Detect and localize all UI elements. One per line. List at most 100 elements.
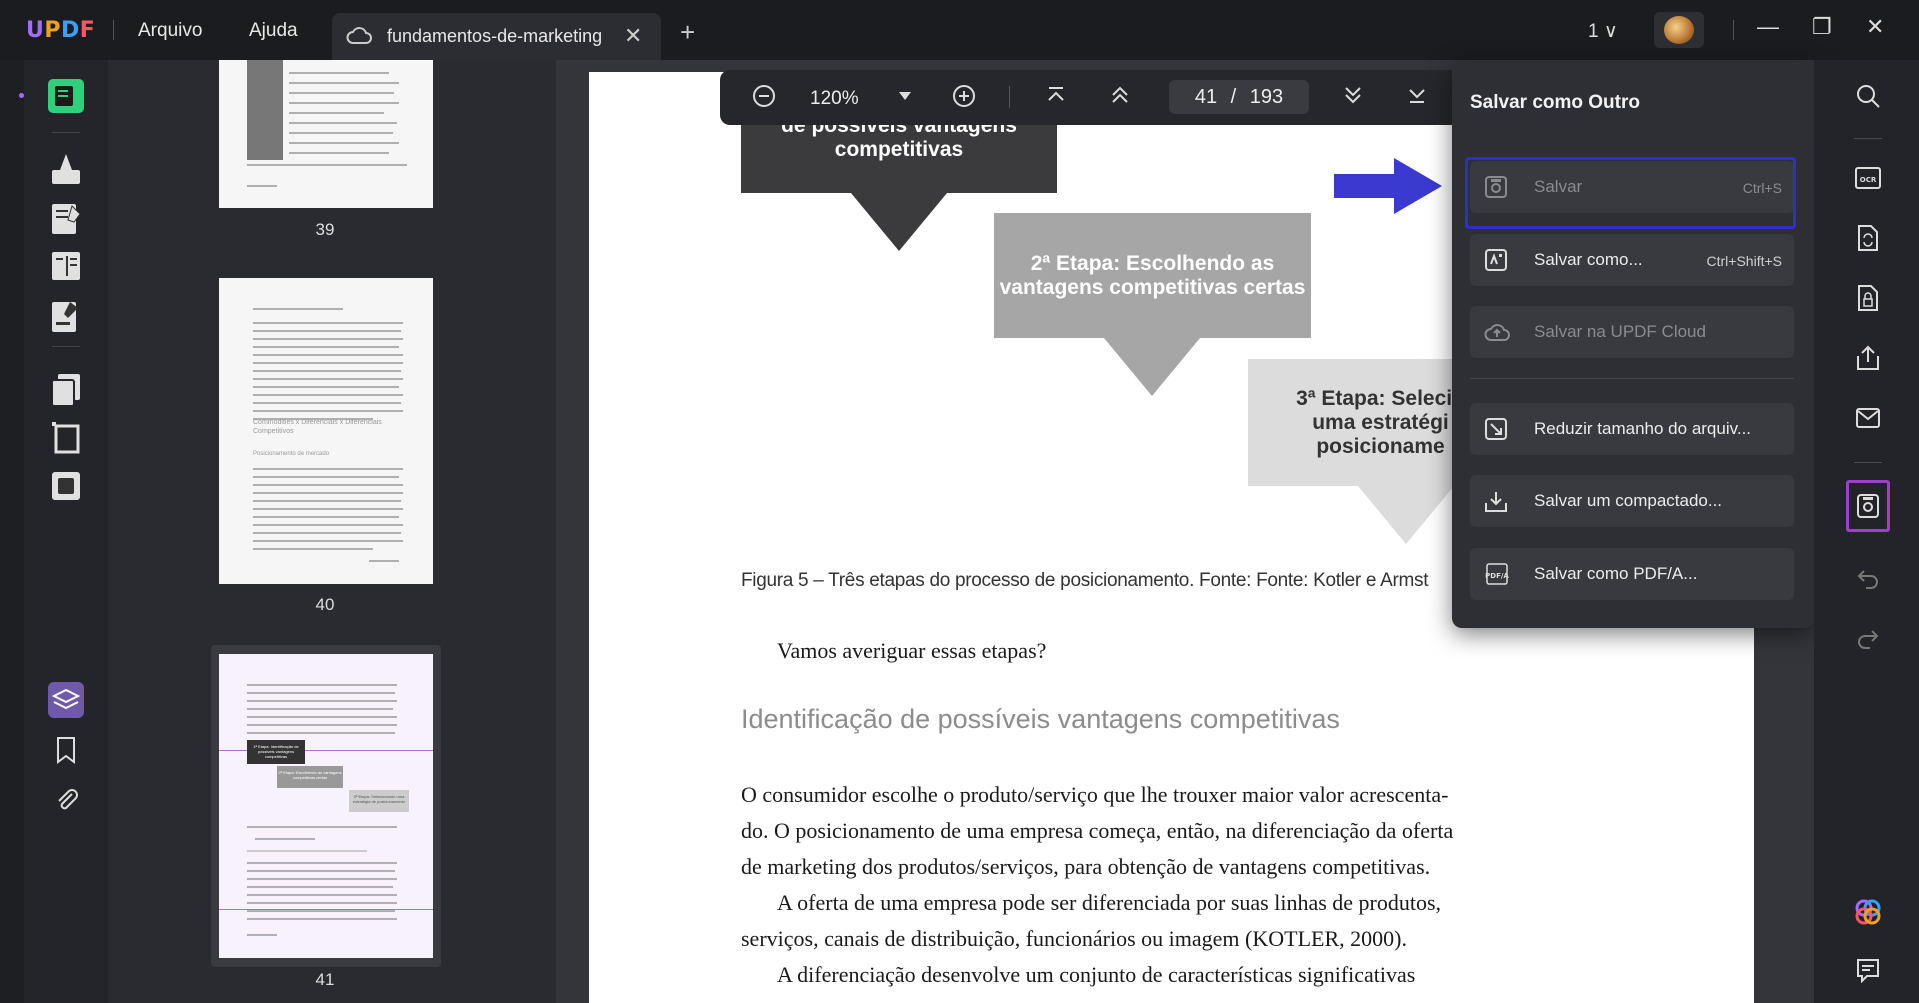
ai-assistant-icon[interactable] xyxy=(1850,894,1886,930)
restore-button[interactable]: ❐ xyxy=(1812,14,1832,40)
menu-ajuda[interactable]: Ajuda xyxy=(249,20,298,42)
thumbnail-label: 39 xyxy=(315,220,335,239)
layers-icon[interactable] xyxy=(46,680,86,720)
email-icon[interactable] xyxy=(1850,400,1886,436)
thumb-section-title: Commodities x Diferenciais x Diferenciai… xyxy=(253,419,382,435)
quote-line: Vamos averiguar essas etapas? xyxy=(777,638,1047,663)
first-page-button[interactable] xyxy=(1045,84,1067,112)
app-logo: UPDF xyxy=(26,18,96,43)
current-page: 41 xyxy=(1194,86,1218,108)
ocr-icon[interactable]: OCR xyxy=(1850,160,1886,196)
thumbnail-page-41[interactable]: 1ª Etapa: Identificação de possíveis van… xyxy=(219,654,433,958)
thumbnail-page-40[interactable]: Commodities x Diferenciais x Diferenciai… xyxy=(219,278,433,584)
download-tray-icon xyxy=(1484,489,1508,518)
pdfa-icon: PDF/A xyxy=(1484,562,1510,591)
search-icon[interactable] xyxy=(1850,78,1886,114)
down-arrow xyxy=(1104,338,1200,396)
redo-icon[interactable] xyxy=(1850,620,1886,656)
save-pdfa-label: Salvar como PDF/A... xyxy=(1534,564,1698,583)
reduce-size-button[interactable]: Reduzir tamanho do arquiv... xyxy=(1470,403,1794,455)
step-box-2: 2ª Etapa: Escolhendo as vantagens compet… xyxy=(994,213,1311,338)
close-window-button[interactable]: ✕ xyxy=(1866,14,1884,40)
thumbnail-label: 41 xyxy=(315,970,335,989)
zoom-dropdown-icon[interactable] xyxy=(898,86,912,109)
save-compressed-button[interactable]: Salvar um compactado... xyxy=(1470,475,1794,527)
thumbnail-page-39[interactable] xyxy=(219,60,433,208)
save-to-cloud-label: Salvar na UPDF Cloud xyxy=(1534,322,1706,341)
save-as-other-popup: Salvar como Outro Salvar Ctrl+S Salvar c… xyxy=(1452,62,1814,628)
svg-text:OCR: OCR xyxy=(1860,176,1877,184)
down-arrow xyxy=(851,193,947,251)
total-pages: 193 xyxy=(1249,86,1284,108)
thumb-step-box: 1ª Etapa: Identificação de possíveis van… xyxy=(247,740,305,764)
reader-mode-icon[interactable] xyxy=(46,76,86,116)
thumb-step-box: 3ª Etapa: Selecionando uma estratégia de… xyxy=(349,790,409,812)
save-pdfa-button[interactable]: PDF/A Salvar como PDF/A... xyxy=(1470,548,1794,600)
popup-title: Salvar como Outro xyxy=(1470,92,1640,113)
body-line: do. O posicionamento de uma empresa come… xyxy=(741,818,1454,843)
protect-icon[interactable] xyxy=(1850,280,1886,316)
title-bar: UPDF Arquivo Ajuda fundamentos-de-market… xyxy=(0,0,1919,60)
cloud-upload-icon xyxy=(1484,320,1510,349)
close-tab-icon[interactable]: ✕ xyxy=(624,23,642,49)
avatar-image xyxy=(1664,16,1694,44)
right-toolbar: OCR xyxy=(1814,60,1919,1003)
last-page-button[interactable] xyxy=(1406,84,1428,112)
minimize-button[interactable]: — xyxy=(1757,14,1779,40)
save-as-shortcut: Ctrl+Shift+S xyxy=(1706,253,1782,269)
new-tab-button[interactable]: + xyxy=(680,17,695,48)
zoom-level[interactable]: 120% xyxy=(810,88,859,110)
divider xyxy=(52,132,80,133)
tab-title: fundamentos-de-marketing xyxy=(387,26,603,46)
avatar[interactable] xyxy=(1654,12,1704,48)
comment-icon[interactable] xyxy=(1850,952,1886,988)
undo-icon[interactable] xyxy=(1850,560,1886,596)
reduce-size-label: Reduzir tamanho do arquiv... xyxy=(1534,419,1752,438)
previous-page-button[interactable] xyxy=(1109,84,1131,112)
body-line: A diferenciação desenvolve um conjunto d… xyxy=(777,962,1416,987)
zoom-out-button[interactable] xyxy=(752,84,776,114)
highlight-tool-icon[interactable] xyxy=(46,148,86,188)
save-to-cloud-button[interactable]: Salvar na UPDF Cloud xyxy=(1470,306,1794,358)
zoom-in-button[interactable] xyxy=(952,84,976,114)
form-tool-icon[interactable] xyxy=(46,296,86,336)
pointer-arrow xyxy=(1334,158,1442,214)
next-page-button[interactable] xyxy=(1342,84,1364,112)
stamp-icon[interactable] xyxy=(46,466,86,506)
page-tools-icon[interactable] xyxy=(46,370,86,410)
page-input[interactable]: 41 / 193 xyxy=(1169,80,1309,114)
crop-icon[interactable] xyxy=(46,418,86,458)
attachment-icon[interactable] xyxy=(46,780,86,820)
save-compressed-label: Salvar um compactado... xyxy=(1534,491,1723,510)
organize-pages-icon[interactable] xyxy=(46,246,86,286)
page-separator: / xyxy=(1230,86,1237,108)
share-icon[interactable] xyxy=(1850,340,1886,376)
body-line: serviços, canais de distribuição, funcio… xyxy=(741,926,1407,951)
save-tool-icon[interactable] xyxy=(1850,488,1886,524)
divider xyxy=(113,20,114,40)
document-tab[interactable]: fundamentos-de-marketing ✕ xyxy=(332,13,661,60)
svg-text:PDF/A: PDF/A xyxy=(1485,572,1509,580)
convert-icon[interactable] xyxy=(1850,220,1886,256)
save-as-icon xyxy=(1484,248,1508,277)
save-as-button[interactable]: Salvar como... Ctrl+Shift+S xyxy=(1470,234,1794,286)
thumbnail-label: 40 xyxy=(315,595,335,614)
body-line: O consumidor escolhe o produto/serviço q… xyxy=(741,782,1449,807)
divider xyxy=(1733,20,1734,40)
thumb-subsection: Posicionamento de mercado xyxy=(253,451,330,457)
menu-arquivo[interactable]: Arquivo xyxy=(138,20,202,42)
divider xyxy=(1470,378,1794,379)
body-line: A oferta de uma empresa pode ser diferen… xyxy=(777,890,1442,915)
divider xyxy=(1854,138,1882,139)
bookmark-icon[interactable] xyxy=(46,730,86,770)
divider xyxy=(1009,86,1010,108)
edit-pdf-icon[interactable] xyxy=(46,198,86,238)
active-dot xyxy=(19,93,24,98)
save-highlight-frame xyxy=(1465,157,1796,229)
compress-icon xyxy=(1484,417,1508,446)
save-as-label: Salvar como... xyxy=(1534,250,1643,269)
figure-caption: Figura 5 – Três etapas do processo de po… xyxy=(741,570,1429,591)
page-selector[interactable]: 1 ∨ xyxy=(1588,20,1618,43)
body-line: de marketing dos produtos/serviços, para… xyxy=(741,854,1431,879)
down-arrow xyxy=(1358,486,1454,544)
